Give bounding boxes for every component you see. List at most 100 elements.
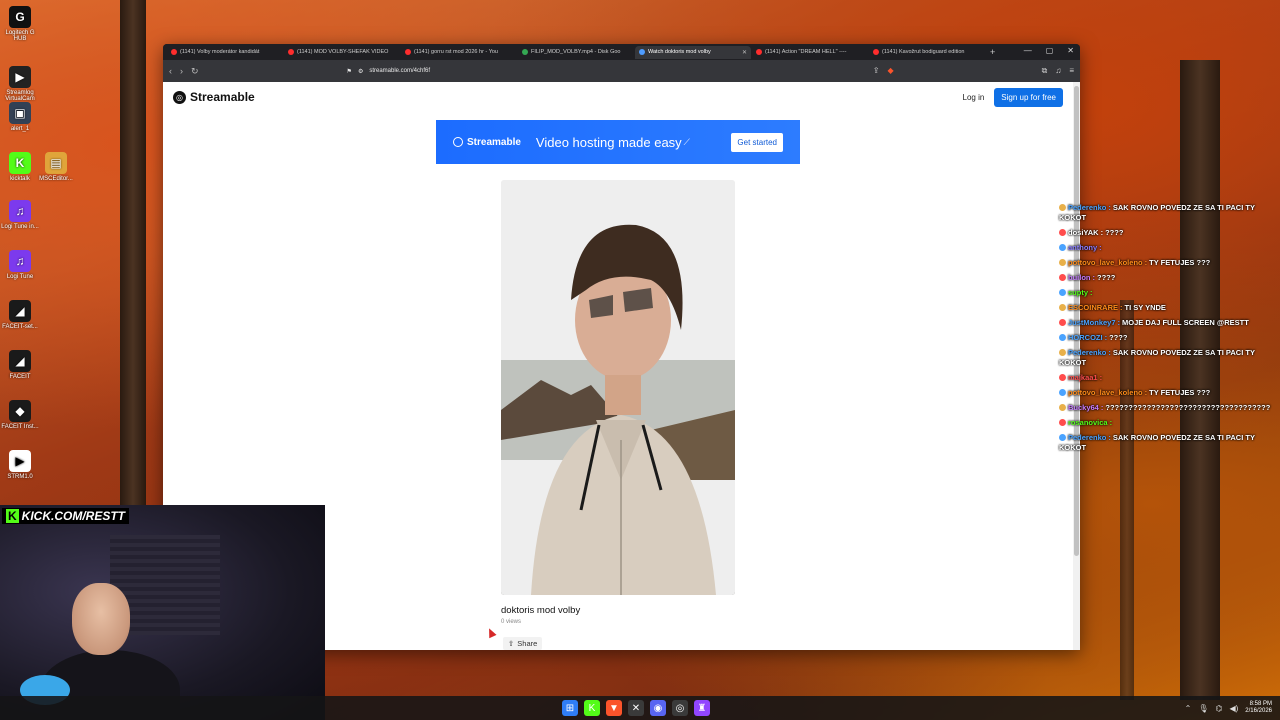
brave-shield-icon[interactable]: ◆ [887, 66, 893, 76]
tab-title: (1141) gorru rst mod 2026 hr - You [414, 49, 498, 55]
chat-separator: : [1108, 348, 1111, 357]
chat-text: ???????????????????????????????????? [1105, 403, 1271, 412]
desktop-icon-label: FACEIT [9, 374, 31, 380]
tab-favicon-icon [522, 49, 528, 55]
desktop-icon[interactable]: Kkicktalk [0, 152, 40, 182]
brave-icon[interactable]: ▼ [606, 700, 622, 716]
share-button[interactable]: ⇧ Share [503, 637, 543, 650]
desktop-icon[interactable]: ◆ FACEIT Inst... [0, 400, 40, 430]
desktop-icon-label: alert_1 [10, 126, 30, 132]
chat-separator: : [1117, 318, 1121, 327]
new-tab-button[interactable]: + [990, 47, 995, 57]
desktop-icon[interactable]: ◢ FACEIT [0, 350, 40, 380]
menu-icon[interactable]: ≡ [1069, 66, 1074, 76]
video-title: doktoris mod volby [501, 605, 581, 616]
kick-logo-icon: K [6, 509, 19, 523]
app-icon: G [9, 6, 31, 28]
desktop-icon-label: kicktalk [10, 176, 30, 182]
system-tray: ⌃ 🎙 ⌬ ◀) 8:58 PM 2/16/2026 [1185, 701, 1272, 715]
toolbar-right: ⇪ ◆ ⧉ ♫ ≡ [873, 66, 1074, 76]
streamable-logo[interactable]: ◎ Streamable [173, 90, 255, 104]
sparkle-icon: ⟋ [683, 136, 690, 147]
site-info-icon[interactable]: ⚙ [358, 68, 363, 75]
browser-toolbar: ‹ › ↻ ⚑ ⚙ streamable.com/4chf6f ⇪ ◆ ⧉ ♫ … [163, 60, 1080, 82]
chat-username: pottovo_lave_koleno [1068, 258, 1143, 267]
close-icon[interactable]: ✕ [1067, 46, 1074, 55]
reload-icon[interactable]: ↻ [191, 66, 199, 77]
chat-message: JustMonkey7: MOJE DAJ FULL SCREEN @RESTT [1059, 318, 1279, 328]
chat-text: TI SY YNDE [1124, 303, 1166, 312]
chat-username: majkaa1 [1068, 373, 1098, 382]
clock[interactable]: 8:58 PM 2/16/2026 [1245, 701, 1272, 715]
mic-icon[interactable]: 🎙 [1198, 704, 1208, 713]
windows-start-icon[interactable]: ⊞ [562, 700, 578, 716]
desktop-icon[interactable]: ♫ Logi Tune in... [0, 200, 40, 230]
tab-title: (1141) MOD VOLBY-SHEFAK VIDEO [297, 49, 389, 55]
tab-title: (1141) Kavožrut bodiguard edition [882, 49, 965, 55]
browser-tab[interactable]: FILIP_MOD_VOLBY.mp4 - Disk Goo [518, 46, 634, 59]
video-views: 0 views [501, 619, 522, 625]
app-icon: ◢ [9, 350, 31, 372]
tab-favicon-icon [873, 49, 879, 55]
chat-username: Pederenko [1068, 433, 1107, 442]
browser-tab[interactable]: (1141) gorru rst mod 2026 hr - You [401, 46, 517, 59]
chat-username: anthony [1068, 243, 1098, 252]
forward-icon[interactable]: › [180, 66, 183, 76]
browser-tab[interactable]: (1141) MOD VOLBY-SHEFAK VIDEO [284, 46, 400, 59]
login-link[interactable]: Log in [963, 93, 985, 102]
chat-message: pottovo_lave_koleno: TY FETUJES ??? [1059, 258, 1279, 268]
desktop-icon[interactable]: ▤ MSCEditor... [36, 152, 76, 182]
extensions-icon[interactable]: ⧉ [1042, 66, 1048, 76]
volume-icon[interactable]: ◀) [1229, 704, 1238, 713]
chat-badge-icon [1059, 229, 1066, 236]
kick-icon[interactable]: K [584, 700, 600, 716]
discord-icon[interactable]: ◉ [650, 700, 666, 716]
ad-banner[interactable]: Streamable Video hosting made easy ⟋ Get… [436, 120, 800, 164]
browser-tab[interactable]: (1141) Volby moderátor kandidát [167, 46, 283, 59]
tab-title: (1141) Volby moderátor kandidát [180, 49, 260, 55]
twitch-app-icon[interactable]: ♜ [694, 700, 710, 716]
network-icon[interactable]: ⌬ [1215, 704, 1222, 713]
obs-icon[interactable]: ◎ [672, 700, 688, 716]
streamable-header: ◎ Streamable Log in Sign up for free [163, 82, 1073, 112]
tray-chevron-icon[interactable]: ⌃ [1185, 704, 1192, 713]
chat-message: Pederenko: SAK ROVNO POVEDZ ZE SA TI PACI… [1059, 433, 1279, 453]
banner-logo-icon [453, 137, 463, 147]
share-page-icon[interactable]: ⇪ [873, 66, 880, 76]
chat-badge-icon [1059, 289, 1066, 296]
signup-button[interactable]: Sign up for free [994, 87, 1063, 107]
app-icon: ♫ [9, 250, 31, 272]
taskbar: ⊞ K ▼ ✕ ◉ ◎ ♜ ⌃ 🎙 ⌬ ◀) 8:58 PM 2/16/2026 [0, 696, 1280, 720]
browser-tab[interactable]: (1141) Kavožrut bodiguard edition [869, 46, 985, 59]
chat-message: supty: [1059, 288, 1279, 298]
chat-message: dosiYAK:???? [1059, 228, 1279, 238]
minimize-icon[interactable]: — [1024, 46, 1032, 55]
chat-badge-icon [1059, 204, 1066, 211]
browser-tab[interactable]: Watch doktoris mod volby ✕ [635, 45, 751, 59]
video-player[interactable] [501, 180, 735, 595]
bookmark-icon[interactable]: ⚑ [347, 68, 352, 75]
browser-tab[interactable]: (1141) Action "DREAM HELL" ---- [752, 46, 868, 59]
address-bar[interactable]: ⚑ ⚙ streamable.com/4chf6f [347, 64, 847, 78]
desktop-icon[interactable]: ▶ Streamlog VirtualCam [0, 66, 40, 102]
chat-badge-icon [1059, 349, 1066, 356]
tab-close-icon[interactable]: ✕ [742, 49, 747, 56]
streamer-head [72, 583, 130, 655]
chat-separator: : [1100, 228, 1104, 237]
maximize-icon[interactable]: ▢ [1046, 46, 1054, 55]
desktop-icon[interactable]: ♫ Logi Tune [0, 250, 40, 280]
desktop-icon-label: FACEIT Inst... [1, 424, 39, 430]
chat-separator: : [1090, 288, 1093, 297]
tab-title: (1141) Action "DREAM HELL" ---- [765, 49, 847, 55]
desktop-icon[interactable]: G Logitech G HUB [0, 6, 40, 42]
chat-username: dosiYAK [1068, 228, 1099, 237]
desktop-icon[interactable]: ◢ FACEIT-set... [0, 300, 40, 330]
desktop-icon[interactable]: ▶ STRM1.0 [0, 450, 40, 480]
get-started-button[interactable]: Get started [731, 132, 783, 152]
xbox-icon[interactable]: ✕ [628, 700, 644, 716]
back-icon[interactable]: ‹ [169, 66, 172, 76]
taskbar-apps: ⊞ K ▼ ✕ ◉ ◎ ♜ [562, 700, 710, 716]
media-icon[interactable]: ♫ [1055, 66, 1061, 76]
desktop-icon[interactable]: ▣ alert_1 [0, 102, 40, 132]
app-icon: ▶ [9, 66, 31, 88]
